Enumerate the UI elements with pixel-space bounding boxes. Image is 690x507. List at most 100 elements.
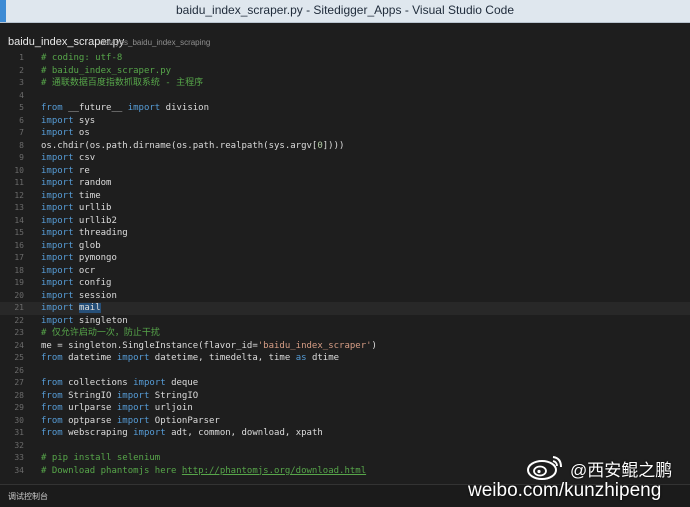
line-number: 18	[14, 265, 24, 275]
code-text[interactable]: import session	[41, 290, 686, 303]
code-text[interactable]: # 通联数据百度指数抓取系统 - 主程序	[41, 77, 686, 90]
code-text[interactable]: from optparse import OptionParser	[41, 415, 686, 428]
line-number: 26	[14, 365, 24, 375]
code-text[interactable]: import random	[41, 177, 686, 190]
code-line[interactable]: 9 import csv	[0, 152, 690, 165]
code-line[interactable]: 29 from urlparse import urljoin	[0, 402, 690, 415]
code-line[interactable]: 18 import ocr	[0, 265, 690, 278]
line-number: 23	[14, 328, 24, 337]
code-editor[interactable]: 1 # coding: utf-8 2 # baidu_index_scraper.p…	[0, 52, 690, 478]
code-line[interactable]: 5 from __future__ import division	[0, 102, 690, 115]
code-line[interactable]: 1 # coding: utf-8	[0, 52, 690, 65]
code-text[interactable]: import ocr	[41, 265, 686, 278]
code-line[interactable]: 25 from datetime import datetime, timedel…	[0, 352, 690, 365]
code-line[interactable]: 21 import mail	[0, 302, 690, 315]
line-number: 8	[19, 140, 24, 150]
line-number: 4	[19, 90, 24, 100]
code-text[interactable]: os.chdir(os.path.dirname(os.path.realpat…	[41, 140, 686, 153]
code-text[interactable]: from datetime import datetime, timedelta…	[41, 352, 686, 365]
code-text[interactable]: from urlparse import urljoin	[41, 402, 686, 415]
code-line[interactable]: 2 # baidu_index_scraper.py	[0, 65, 690, 78]
code-text[interactable]: import mail	[41, 302, 686, 315]
code-text[interactable]: import config	[41, 277, 686, 290]
line-number: 12	[14, 190, 24, 200]
line-number: 16	[14, 240, 24, 250]
line-number: 28	[14, 390, 24, 400]
code-line[interactable]: 4	[0, 90, 690, 103]
code-line[interactable]: 23 # 仅允许启动一次，防止干扰	[0, 327, 690, 340]
code-text[interactable]: import urllib2	[41, 215, 686, 228]
line-number: 21	[14, 303, 24, 312]
code-text[interactable]: # 仅允许启动一次，防止干扰	[41, 327, 686, 340]
code-line[interactable]: 16 import glob	[0, 240, 690, 253]
code-text[interactable]: import time	[41, 190, 686, 203]
code-line[interactable]: 32	[0, 440, 690, 453]
line-number: 33	[14, 453, 24, 462]
code-text[interactable]: import singleton	[41, 315, 686, 328]
line-number: 6	[19, 115, 24, 125]
weibo-logo-icon	[527, 456, 562, 480]
code-line[interactable]: 24 me = singleton.SingleInstance(flavor_i…	[0, 340, 690, 353]
watermark-url: weibo.com/kunzhipeng	[468, 480, 662, 501]
code-line[interactable]: 7 import os	[0, 127, 690, 140]
code-text[interactable]: # baidu_index_scraper.py	[41, 65, 686, 78]
line-number: 14	[14, 215, 24, 225]
line-number: 10	[14, 165, 24, 175]
line-number: 9	[19, 153, 24, 162]
code-text[interactable]: from StringIO import StringIO	[41, 390, 686, 403]
code-line[interactable]: 11 import random	[0, 177, 690, 190]
code-text[interactable]: me = singleton.SingleInstance(flavor_id=…	[41, 340, 686, 353]
code-line[interactable]: 31 from webscraping import adt, common, d…	[0, 427, 690, 440]
line-number: 32	[14, 440, 24, 450]
code-text[interactable]: import urllib	[41, 202, 686, 215]
code-line[interactable]: 14 import urllib2	[0, 215, 690, 228]
code-line[interactable]: 17 import pymongo	[0, 252, 690, 265]
code-line[interactable]: 6 import sys	[0, 115, 690, 128]
line-number: 15	[14, 228, 24, 237]
code-text[interactable]: import glob	[41, 240, 686, 253]
line-number: 7	[19, 128, 24, 137]
line-number: 5	[19, 103, 24, 112]
line-number: 11	[14, 178, 24, 187]
code-line[interactable]: 19 import config	[0, 277, 690, 290]
line-number: 13	[14, 203, 24, 212]
code-line[interactable]: 15 import threading	[0, 227, 690, 240]
code-text[interactable]: import pymongo	[41, 252, 686, 265]
code-line[interactable]: 20 import session	[0, 290, 690, 303]
line-number: 30	[14, 415, 24, 425]
watermark-handle: @西安鲲之鹏	[570, 461, 673, 480]
code-line[interactable]: 26	[0, 365, 690, 378]
line-number: 34	[14, 465, 24, 475]
code-text[interactable]: import sys	[41, 115, 686, 128]
line-number: 1	[19, 53, 24, 62]
line-number: 27	[14, 378, 24, 387]
line-number: 24	[14, 340, 24, 350]
code-text[interactable]: from collections import deque	[41, 377, 686, 390]
code-text[interactable]: from __future__ import division	[41, 102, 686, 115]
code-text[interactable]: import os	[41, 127, 686, 140]
window-title: baidu_index_scraper.py - Sitedigger_Apps…	[176, 3, 514, 17]
code-line[interactable]: 28 from StringIO import StringIO	[0, 390, 690, 403]
code-line[interactable]: 27 from collections import deque	[0, 377, 690, 390]
line-number: 20	[14, 290, 24, 300]
line-number: 22	[14, 315, 24, 325]
line-number: 17	[14, 253, 24, 262]
code-line[interactable]: 12 import time	[0, 190, 690, 203]
debug-console-label[interactable]: 调试控制台	[8, 491, 48, 502]
line-number: 25	[14, 353, 24, 362]
code-text[interactable]: from webscraping import adt, common, dow…	[41, 427, 686, 440]
code-line[interactable]: 13 import urllib	[0, 202, 690, 215]
code-line[interactable]: 10 import re	[0, 165, 690, 178]
code-line[interactable]: 8 os.chdir(os.path.dirname(os.path.realpa…	[0, 140, 690, 153]
code-line[interactable]: 3 # 通联数据百度指数抓取系统 - 主程序	[0, 77, 690, 90]
code-text[interactable]: import csv	[41, 152, 686, 165]
line-number: 19	[14, 278, 24, 287]
editor-tab-bar: baidu_index_scraper.py datayes_baidu_ind…	[0, 32, 690, 52]
line-number: 29	[14, 403, 24, 412]
line-number: 3	[19, 78, 24, 87]
code-text[interactable]: # coding: utf-8	[41, 52, 686, 65]
code-line[interactable]: 22 import singleton	[0, 315, 690, 328]
code-text[interactable]: import threading	[41, 227, 686, 240]
code-line[interactable]: 30 from optparse import OptionParser	[0, 415, 690, 428]
code-text[interactable]: import re	[41, 165, 686, 178]
